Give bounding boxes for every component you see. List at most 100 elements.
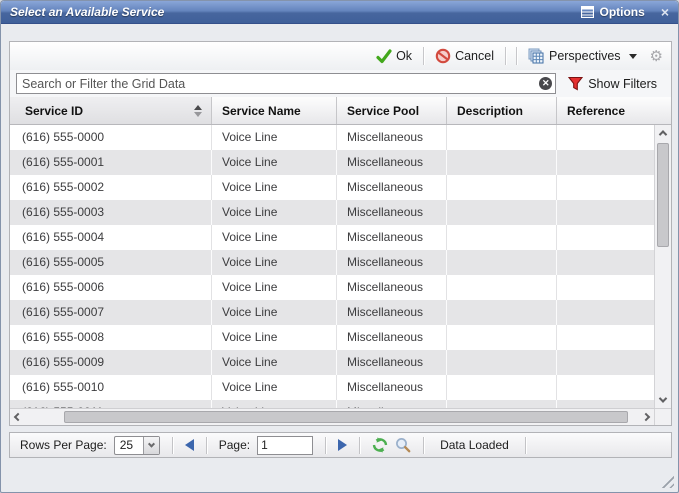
show-filters-button[interactable]: Show Filters (556, 76, 665, 91)
sort-icon[interactable] (194, 105, 202, 117)
column-label: Description (457, 104, 523, 118)
cell-reference (557, 200, 654, 225)
cell-reference (557, 225, 654, 250)
chevron-down-icon (629, 54, 637, 59)
titlebar[interactable]: Select an Available Service Options × (1, 1, 678, 24)
vertical-scrollbar-thumb[interactable] (657, 143, 669, 247)
cell-description (447, 400, 557, 408)
column-header-service-name[interactable]: Service Name (212, 97, 337, 124)
options-label: Options (599, 5, 644, 19)
table-row[interactable]: (616) 555-0005Voice LineMiscellaneous (10, 250, 654, 275)
toolbar-separator (516, 47, 517, 65)
zoom-icon[interactable] (395, 437, 411, 453)
cell-description (447, 225, 557, 250)
grid-rows: (616) 555-0000Voice LineMiscellaneous(61… (10, 125, 654, 408)
toolbar: Ok Cancel (10, 42, 671, 70)
cell-service-id: (616) 555-0005 (10, 250, 212, 275)
cell-reference (557, 375, 654, 400)
table-row[interactable]: (616) 555-0002Voice LineMiscellaneous (10, 175, 654, 200)
table-row[interactable]: (616) 555-0000Voice LineMiscellaneous (10, 125, 654, 150)
column-header-service-pool[interactable]: Service Pool (337, 97, 447, 124)
column-header-reference[interactable]: Reference (557, 97, 671, 124)
table-row[interactable]: (616) 555-0001Voice LineMiscellaneous (10, 150, 654, 175)
pager-bar: Rows Per Page: 25 Page: Data Loaded (9, 432, 672, 458)
scroll-up-icon[interactable] (655, 125, 671, 141)
prev-page-button[interactable] (185, 439, 194, 451)
cell-service-pool: Miscellaneous (337, 150, 447, 175)
horizontal-scrollbar-thumb[interactable] (64, 411, 628, 423)
cell-description (447, 300, 557, 325)
combo-chevron-icon[interactable] (143, 437, 159, 454)
refresh-icon[interactable] (372, 437, 388, 453)
cancel-label: Cancel (455, 49, 494, 63)
cell-service-pool: Miscellaneous (337, 200, 447, 225)
cell-service-pool: Miscellaneous (337, 275, 447, 300)
table-row[interactable]: (616) 555-0004Voice LineMiscellaneous (10, 225, 654, 250)
cell-description (447, 350, 557, 375)
cell-service-name: Voice Line (212, 225, 337, 250)
cell-reference (557, 300, 654, 325)
cell-service-id: (616) 555-0008 (10, 325, 212, 350)
gear-icon[interactable]: ⚙ (650, 49, 663, 64)
cell-description (447, 275, 557, 300)
cell-reference (557, 175, 654, 200)
table-row[interactable]: (616) 555-0006Voice LineMiscellaneous (10, 275, 654, 300)
cell-service-name: Voice Line (212, 125, 337, 150)
perspectives-button[interactable]: Perspectives (525, 46, 640, 66)
cell-service-id: (616) 555-0001 (10, 150, 212, 175)
cell-service-id: (616) 555-0003 (10, 200, 212, 225)
cell-service-name: Voice Line (212, 325, 337, 350)
scroll-right-icon[interactable] (638, 409, 654, 425)
ok-label: Ok (396, 49, 412, 63)
column-label: Service ID (25, 104, 83, 118)
table-row[interactable]: (616) 555-0007Voice LineMiscellaneous (10, 300, 654, 325)
table-row[interactable]: (616) 555-0009Voice LineMiscellaneous (10, 350, 654, 375)
dialog-title: Select an Available Service (10, 5, 581, 19)
grid-body: (616) 555-0000Voice LineMiscellaneous(61… (10, 125, 671, 408)
table-row[interactable]: (616) 555-0010Voice LineMiscellaneous (10, 375, 654, 400)
scroll-left-icon[interactable] (10, 409, 26, 425)
rows-per-page-select[interactable]: 25 (114, 436, 160, 455)
select-service-dialog: Select an Available Service Options × Ok (0, 0, 679, 493)
filter-icon (568, 76, 583, 91)
cell-service-id: (616) 555-0009 (10, 350, 212, 375)
cell-reference (557, 250, 654, 275)
toolbar-separator (423, 47, 424, 65)
cell-description (447, 375, 557, 400)
pager-separator (423, 437, 424, 454)
close-icon[interactable]: × (661, 5, 669, 19)
cell-service-pool: Miscellaneous (337, 375, 447, 400)
table-row[interactable]: (616) 555-0008Voice LineMiscellaneous (10, 325, 654, 350)
table-row[interactable]: (616) 555-0003Voice LineMiscellaneous (10, 200, 654, 225)
scroll-down-icon[interactable] (655, 392, 671, 408)
pager-separator (525, 437, 526, 454)
column-header-description[interactable]: Description (447, 97, 557, 124)
cell-service-id: (616) 555-0011 (10, 400, 212, 408)
cell-description (447, 125, 557, 150)
column-header-service-id[interactable]: Service ID (10, 97, 212, 124)
cell-service-pool: Miscellaneous (337, 125, 447, 150)
cell-reference (557, 150, 654, 175)
horizontal-scrollbar-track[interactable] (26, 409, 638, 425)
cell-service-id: (616) 555-0000 (10, 125, 212, 150)
cell-reference (557, 125, 654, 150)
next-page-button[interactable] (338, 439, 347, 451)
search-input[interactable] (16, 73, 556, 94)
pager-separator (172, 437, 173, 454)
horizontal-scrollbar[interactable] (10, 408, 671, 425)
cell-service-name: Voice Line (212, 200, 337, 225)
ok-check-icon (376, 49, 392, 64)
resize-grip-icon[interactable] (660, 474, 674, 488)
cell-description (447, 325, 557, 350)
cell-reference (557, 275, 654, 300)
rows-per-page-label: Rows Per Page: (20, 438, 107, 452)
cell-service-name: Voice Line (212, 250, 337, 275)
options-button[interactable]: Options (581, 5, 644, 19)
page-input[interactable] (257, 436, 313, 455)
ok-button[interactable]: Ok (373, 47, 415, 66)
vertical-scrollbar[interactable] (654, 125, 671, 408)
cancel-button[interactable]: Cancel (432, 46, 497, 66)
pager-separator (325, 437, 326, 454)
cell-service-id: (616) 555-0006 (10, 275, 212, 300)
table-row[interactable]: (616) 555-0011Voice LineMiscellaneous (10, 400, 654, 408)
